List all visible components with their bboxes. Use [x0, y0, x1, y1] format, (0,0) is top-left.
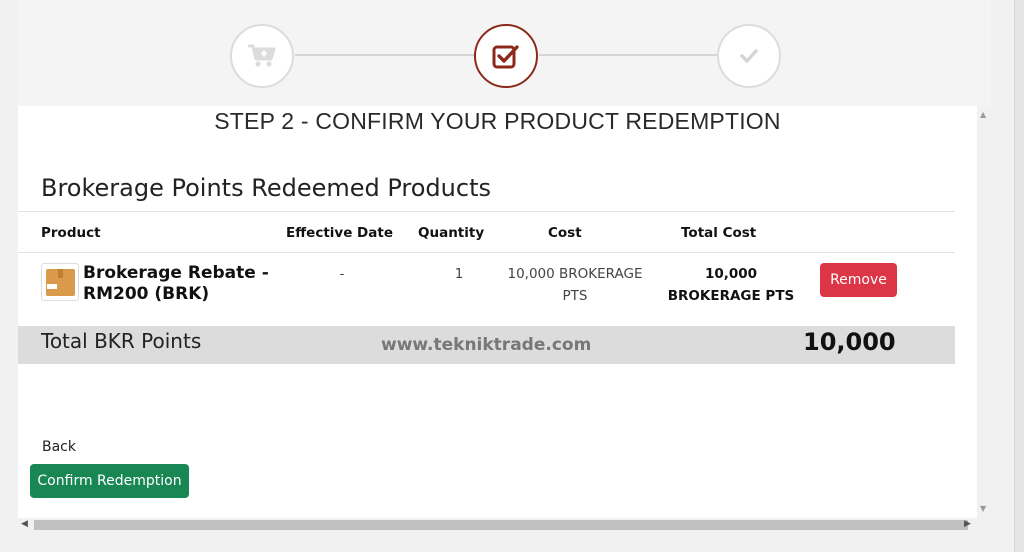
stepper-connector	[539, 54, 735, 56]
stepper-connector	[295, 54, 491, 56]
cart-plus-icon	[248, 44, 276, 67]
total-cost-value-line1: 10,000	[704, 266, 758, 282]
checkbox-checked-icon	[492, 45, 519, 69]
divider	[18, 252, 955, 253]
step-title: STEP 2 - CONFIRM YOUR PRODUCT REDEMPTION	[214, 108, 781, 134]
header-quantity: Quantity	[418, 225, 485, 241]
step-2-circle	[474, 24, 538, 88]
header-product: Product	[41, 225, 101, 241]
product-thumbnail	[41, 263, 79, 301]
total-points-label: Total BKR Points	[41, 329, 202, 353]
progress-stepper	[18, 0, 991, 106]
window-edge	[1014, 0, 1024, 552]
scroll-down-icon[interactable]: ▼	[980, 504, 986, 513]
horizontal-scrollbar[interactable]: ◀ ▶	[18, 518, 977, 532]
vertical-scrollbar[interactable]: ▲ ▼	[977, 106, 991, 518]
total-points-value: 10,000	[803, 328, 896, 356]
header-total-cost: Total Cost	[681, 225, 757, 241]
step-1-circle	[230, 24, 294, 88]
package-icon	[46, 269, 75, 296]
scroll-right-icon[interactable]: ▶	[964, 519, 971, 529]
back-link[interactable]: Back	[42, 439, 76, 455]
total-points-bar: Total BKR Points www.tekniktrade.com 10,…	[18, 326, 955, 364]
effective-date-value: -	[339, 266, 345, 282]
checkmark-icon	[740, 49, 758, 63]
header-effective-date: Effective Date	[286, 225, 393, 241]
cost-value-line2: PTS	[562, 288, 588, 304]
quantity-value: 1	[454, 266, 464, 282]
divider	[18, 211, 955, 212]
confirm-redemption-button[interactable]: Confirm Redemption	[30, 464, 189, 498]
redemption-panel: STEP 2 - CONFIRM YOUR PRODUCT REDEMPTION…	[18, 106, 977, 518]
scrollbar-thumb[interactable]	[34, 520, 968, 530]
remove-button[interactable]: Remove	[820, 263, 897, 297]
product-name: Brokerage Rebate - RM200 (BRK)	[83, 263, 269, 304]
section-title: Brokerage Points Redeemed Products	[41, 174, 491, 202]
scroll-left-icon[interactable]: ◀	[21, 519, 28, 529]
step-3-circle	[717, 24, 781, 88]
header-cost: Cost	[548, 225, 582, 241]
watermark-text: www.tekniktrade.com	[381, 335, 592, 355]
total-cost-value-line2: BROKERAGE PTS	[667, 288, 795, 304]
cost-value-line1: 10,000 BROKERAGE	[507, 266, 643, 282]
scroll-up-icon[interactable]: ▲	[980, 110, 986, 119]
